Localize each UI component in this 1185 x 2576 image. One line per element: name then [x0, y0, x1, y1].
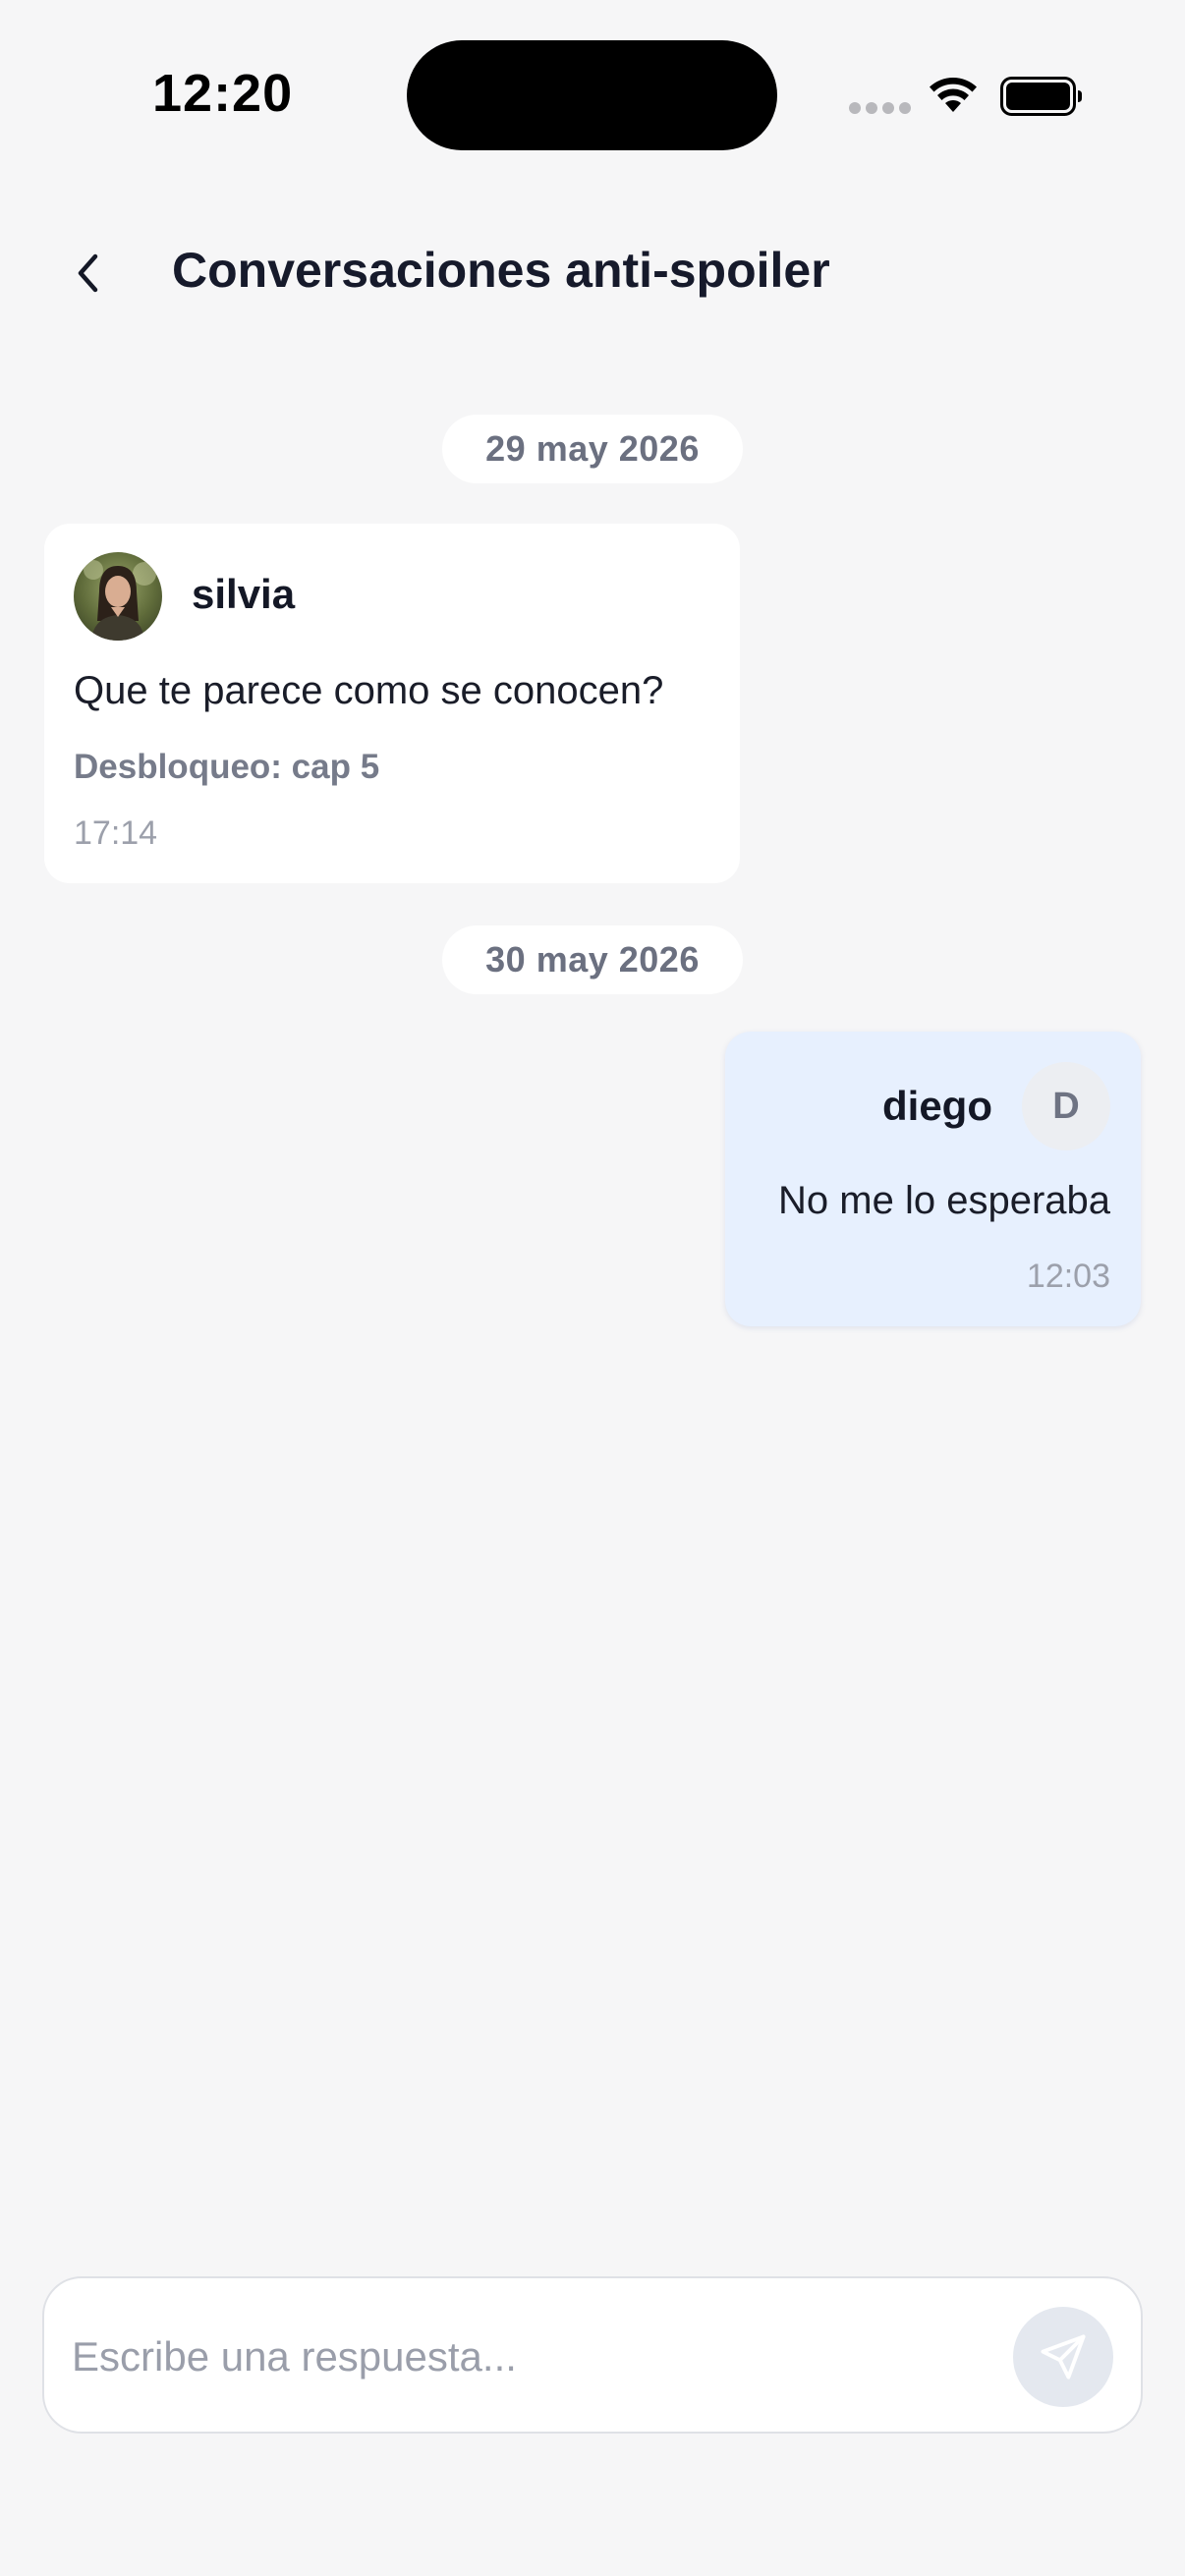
back-button[interactable] — [59, 239, 118, 308]
paper-plane-icon — [1041, 2334, 1086, 2380]
battery-icon — [1000, 77, 1082, 116]
reply-composer — [42, 2276, 1143, 2434]
date-separator: 30 may 2026 — [442, 925, 743, 994]
chevron-left-icon — [78, 253, 98, 293]
avatar[interactable] — [74, 552, 162, 641]
outgoing-message: diego D No me lo esperaba 12:03 — [725, 1032, 1141, 1326]
page-title: Conversaciones anti-spoiler — [172, 243, 830, 298]
send-button[interactable] — [1013, 2307, 1113, 2407]
status-time: 12:20 — [152, 64, 294, 123]
message-time: 17:14 — [74, 814, 158, 852]
dynamic-island — [407, 40, 777, 150]
unlock-chapter-label: Desbloqueo: cap 5 — [74, 748, 380, 786]
sender-name: silvia — [192, 571, 296, 617]
message-text: No me lo esperaba — [778, 1179, 1110, 1222]
date-separator: 29 may 2026 — [442, 415, 743, 483]
reply-input[interactable] — [72, 2318, 1015, 2396]
cellular-signal-icon — [849, 102, 911, 114]
message-text: Que te parece como se conocen? — [74, 669, 664, 712]
sender-name: diego — [882, 1083, 992, 1129]
incoming-message: silvia Que te parece como se conocen? De… — [44, 524, 740, 883]
avatar[interactable]: D — [1022, 1062, 1110, 1150]
wifi-icon — [930, 77, 977, 112]
message-time: 12:03 — [1026, 1258, 1110, 1295]
